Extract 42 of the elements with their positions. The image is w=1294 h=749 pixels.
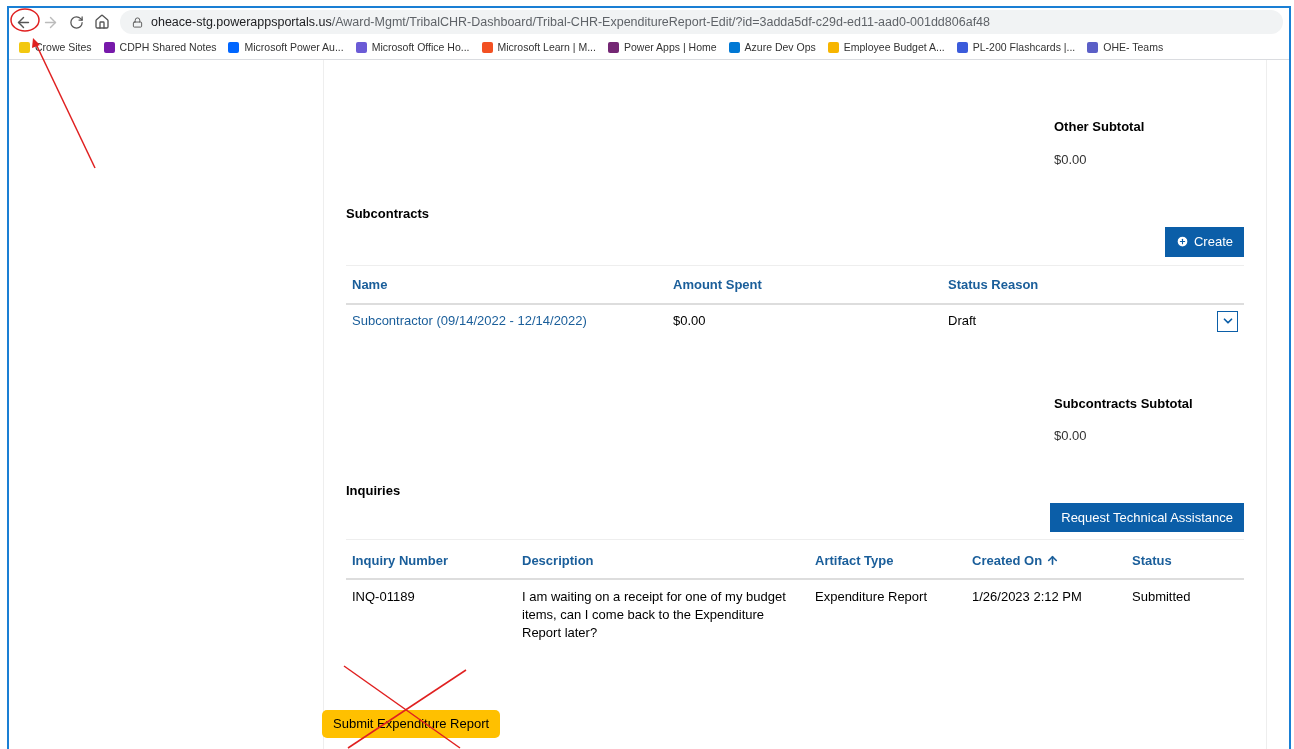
table-cell: INQ-01189: [352, 589, 415, 604]
subtotal-label: Other Subtotal: [1054, 118, 1146, 136]
column-header[interactable]: Created On: [972, 550, 1060, 570]
bookmark[interactable]: Power Apps | Home: [607, 39, 717, 56]
request-assistance-button[interactable]: Request Technical Assistance: [1050, 503, 1244, 532]
lock-icon[interactable]: [132, 16, 143, 28]
section-title: Inquiries: [346, 481, 402, 500]
create-button[interactable]: Create: [1164, 226, 1244, 257]
url-text: oheace-stg.powerappsportals.us/Award-Mgmt/TribalCHR-Dashboard/Tribal-CHR-ExpenditureReport-Edit/?id=3adda5df-c29d-ed11-aad0-001dd806af48: [151, 13, 990, 31]
bookmark[interactable]: Azure Dev Ops: [728, 39, 816, 56]
row-actions-dropdown[interactable]: [1217, 310, 1238, 332]
column-header[interactable]: Description: [522, 550, 594, 570]
bookmark[interactable]: OHE- Teams: [1087, 39, 1164, 56]
table-cell: Expenditure Report: [815, 589, 927, 604]
bookmark[interactable]: CDPH Shared Notes: [103, 39, 217, 56]
column-header[interactable]: Status: [1132, 550, 1172, 570]
subcontract-link[interactable]: Subcontractor (09/14/2022 - 12/14/2022): [352, 313, 587, 329]
table-cell: I am waiting on a receipt for one of my budget items, can I come back to the Expenditure Report later?: [522, 589, 786, 640]
column-header[interactable]: Amount Spent: [673, 275, 762, 295]
column-header[interactable]: Artifact Type: [815, 550, 894, 570]
plus-icon: [1175, 235, 1189, 248]
bookmark[interactable]: Employee Budget A...: [827, 39, 945, 56]
home-icon[interactable]: [94, 14, 110, 30]
bookmark[interactable]: PL-200 Flashcards |...: [956, 39, 1076, 56]
subtotal-value: $0.00: [1054, 427, 1088, 445]
table-cell: 1/26/2023 2:12 PM: [972, 589, 1082, 604]
section-title: Subcontracts: [346, 205, 431, 223]
bookmark[interactable]: Microsoft Learn | M...: [481, 39, 596, 56]
table-cell: Submitted: [1132, 589, 1191, 604]
address-bar[interactable]: oheace-stg.powerappsportals.us/Award-Mgmt/TribalCHR-Dashboard/Tribal-CHR-ExpenditureReport-Edit/?id=3adda5df-c29d-ed11-aad0-001dd806af48: [120, 10, 1283, 34]
subtotal-label: Subcontracts Subtotal: [1054, 394, 1194, 413]
bookmark[interactable]: Microsoft Office Ho...: [355, 39, 470, 56]
annotation-circle: [10, 8, 40, 32]
column-header[interactable]: Status Reason: [948, 275, 1039, 295]
bookmark[interactable]: Microsoft Power Au...: [228, 39, 344, 56]
subtotal-value: $0.00: [1054, 150, 1088, 169]
reload-icon[interactable]: [69, 14, 84, 30]
table-cell: $0.00: [673, 313, 706, 329]
sort-arrow-icon: [1046, 553, 1060, 567]
column-header[interactable]: Name: [352, 275, 388, 295]
column-header[interactable]: Inquiry Number: [352, 550, 449, 570]
table-cell-text: Draft: [948, 312, 977, 331]
